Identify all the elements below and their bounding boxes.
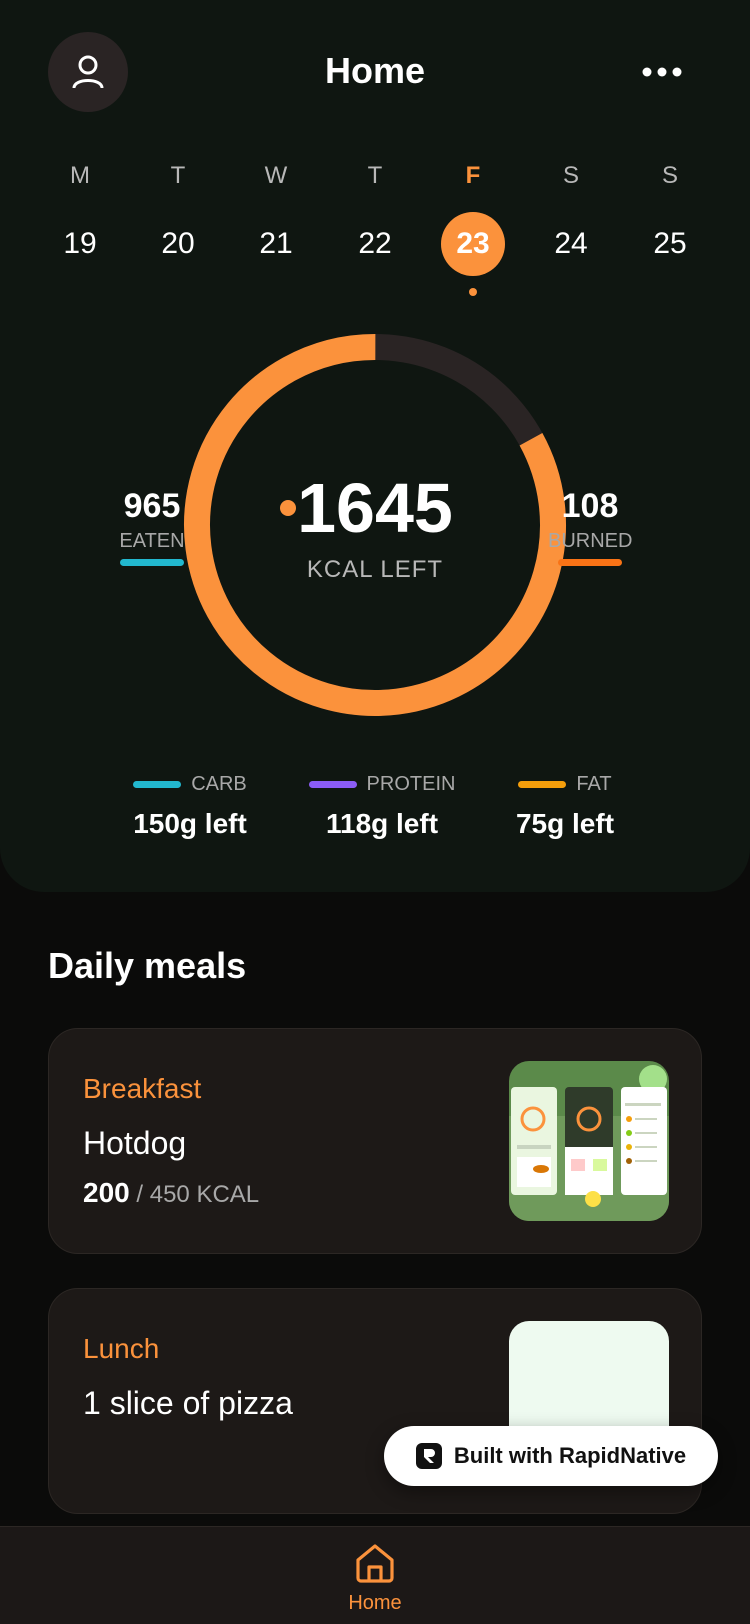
macro-carb: CARB 150g left (110, 770, 270, 840)
badge-text: Built with RapidNative (453, 1443, 687, 1468)
macro-name: FAT (576, 772, 612, 795)
eaten-stat: 965 EATEN (112, 486, 192, 566)
bottom-tab-bar: Home (0, 1526, 750, 1624)
calendar-day-selected[interactable]: F 23 (433, 158, 513, 296)
macro-left: 118g left (325, 808, 439, 839)
meal-kcal-target: / 450 KCAL (136, 1181, 260, 1208)
calendar-day[interactable]: T 22 (335, 158, 415, 276)
macro-protein: PROTEIN 118g left (302, 770, 462, 840)
day-number: 20 (161, 227, 195, 260)
meal-type: Lunch (83, 1333, 160, 1364)
day-number: 19 (63, 227, 97, 260)
macro-left: 150g left (133, 808, 247, 839)
meal-image (509, 1061, 669, 1221)
day-name: S (562, 162, 579, 189)
day-name: T (170, 162, 186, 189)
day-name: T (367, 162, 383, 189)
day-name: M (70, 162, 90, 189)
rapidnative-badge[interactable]: Built with RapidNative (384, 1426, 718, 1486)
macro-name: PROTEIN (366, 772, 456, 795)
burned-label: BURNED (548, 530, 633, 552)
day-number: 24 (554, 227, 588, 260)
day-number: 23 (441, 212, 505, 276)
macro-fat: FAT 75g left (495, 770, 635, 840)
burned-stat: 108 BURNED (548, 486, 632, 566)
meal-kcal: 200 / 450 KCAL (83, 1177, 259, 1209)
meal-food: 1 slice of pizza (83, 1385, 293, 1421)
tab-home-label: Home (348, 1592, 402, 1614)
macro-name: CARB (191, 772, 247, 795)
day-number: 22 (358, 227, 392, 260)
tab-home[interactable]: Home (325, 1541, 425, 1615)
macro-left: 75g left (515, 808, 615, 839)
day-number: 25 (653, 227, 687, 260)
eaten-label: EATEN (119, 530, 185, 552)
burned-bar (558, 559, 622, 566)
macros-row: CARB 150g left PROTEIN 118g left FAT 75g… (110, 770, 670, 840)
calendar-day[interactable]: T 20 (138, 158, 218, 276)
more-options-button[interactable] (636, 52, 688, 92)
calendar-day[interactable]: W 21 (236, 158, 316, 276)
carb-swatch (133, 780, 182, 788)
day-name: W (264, 162, 288, 189)
burned-value: 108 (561, 487, 619, 525)
meal-kcal-eaten: 200 (83, 1177, 130, 1208)
rapidnative-logo-icon (415, 1443, 442, 1469)
protein-swatch (308, 780, 357, 788)
day-name: S (661, 162, 678, 189)
day-name: F (465, 162, 481, 189)
daily-meals-title: Daily meals (48, 945, 247, 986)
eaten-bar (120, 559, 184, 566)
more-horizontal-icon (642, 67, 682, 77)
week-calendar: M 19 T 20 W 21 T 22 F 23 S 24 S 25 (30, 158, 720, 298)
meal-type: Breakfast (83, 1073, 202, 1104)
eaten-value: 965 (123, 487, 181, 525)
fat-swatch (518, 780, 567, 788)
meal-card-breakfast[interactable]: Breakfast Hotdog 200 / 450 KCAL (48, 1028, 702, 1254)
day-number: 21 (259, 227, 293, 260)
selected-day-dot (469, 288, 477, 296)
calendar-day[interactable]: S 24 (531, 158, 611, 276)
home-icon (356, 1544, 394, 1583)
meal-food: Hotdog (83, 1125, 187, 1161)
calendar-day[interactable]: S 25 (630, 158, 710, 276)
calendar-day[interactable]: M 19 (40, 158, 120, 276)
